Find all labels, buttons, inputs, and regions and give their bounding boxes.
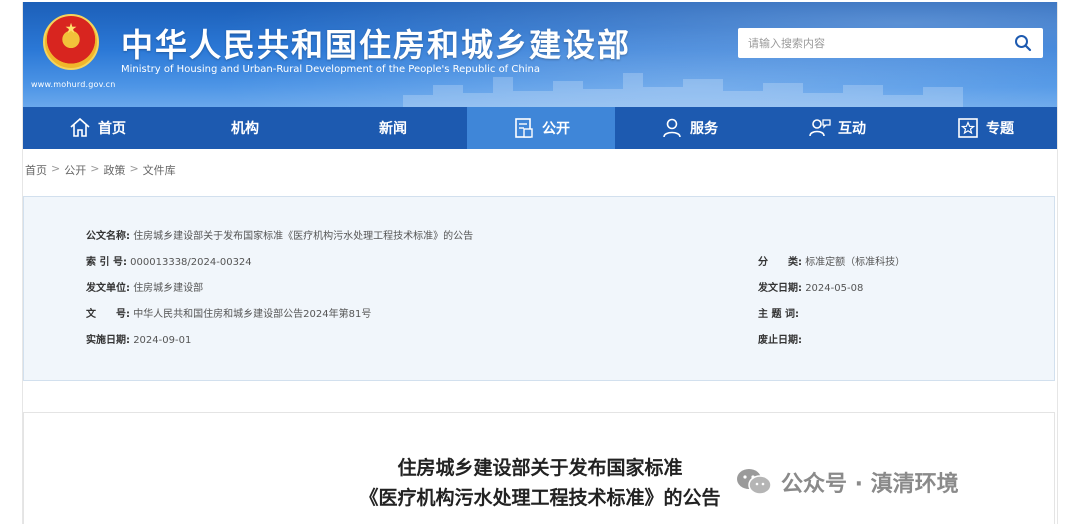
info-issue-date: 发文日期: 2024-05-08 bbox=[758, 279, 863, 294]
user-service-icon bbox=[663, 118, 681, 138]
info-index-number: 索 引 号: 000013338/2024-00324 bbox=[86, 253, 252, 268]
breadcrumb-home[interactable]: 首页 bbox=[25, 162, 47, 178]
nav-item-news[interactable]: 新闻 bbox=[319, 107, 467, 149]
breadcrumb-separator: > bbox=[129, 162, 139, 175]
nav-item-label: 新闻 bbox=[379, 121, 407, 137]
info-label: 发文日期: bbox=[758, 283, 802, 294]
wechat-watermark: 公众号 · 滇清环境 bbox=[735, 466, 959, 498]
info-keywords: 主 题 词: bbox=[758, 305, 799, 320]
nav-item-service[interactable]: 服务 bbox=[615, 107, 763, 149]
emblem-star-icon: ★ bbox=[64, 21, 78, 37]
info-document-name: 公文名称: 住房城乡建设部关于发布国家标准《医疗机构污水处理工程技术标准》的公告 bbox=[86, 227, 473, 242]
nav-item-label: 首页 bbox=[98, 121, 126, 137]
nav-item-label: 机构 bbox=[231, 121, 259, 137]
site-url[interactable]: www.mohurd.gov.cn bbox=[31, 80, 116, 89]
info-expiry-date: 废止日期: bbox=[758, 331, 802, 346]
info-label: 分 类: bbox=[758, 257, 802, 268]
document-icon bbox=[515, 118, 533, 138]
info-value: 2024-05-08 bbox=[805, 283, 864, 294]
nav-item-topics[interactable]: 专题 bbox=[911, 107, 1057, 149]
home-icon bbox=[70, 117, 90, 137]
breadcrumb-library[interactable]: 文件库 bbox=[143, 162, 176, 178]
national-emblem-icon[interactable]: ★ bbox=[43, 14, 99, 70]
main-nav: 首页 机构 新闻 公开 服务 互动 专题 bbox=[23, 107, 1057, 149]
info-value: 住房城乡建设部 bbox=[133, 283, 204, 294]
breadcrumb: 首页 > 公开 > 政策 > 文件库 bbox=[25, 162, 176, 178]
nav-item-label: 互动 bbox=[838, 121, 866, 137]
site-subtitle: Ministry of Housing and Urban-Rural Deve… bbox=[121, 64, 540, 75]
wechat-icon bbox=[737, 469, 772, 495]
info-label: 公文名称: bbox=[86, 231, 130, 242]
nav-item-public[interactable]: 公开 bbox=[467, 107, 615, 149]
info-label: 废止日期: bbox=[758, 335, 802, 346]
search-input[interactable] bbox=[748, 28, 998, 58]
info-label: 发文单位: bbox=[86, 283, 130, 294]
breadcrumb-separator: > bbox=[90, 162, 100, 175]
info-document-number: 文 号: 中华人民共和国住房和城乡建设部公告2024年第81号 bbox=[86, 305, 371, 320]
watermark-text: 公众号 · 滇清环境 bbox=[781, 472, 959, 497]
interaction-icon bbox=[809, 119, 831, 137]
info-label: 实施日期: bbox=[86, 335, 130, 346]
info-value: 2024-09-01 bbox=[133, 335, 192, 346]
info-value: 标准定额（标准科技） bbox=[805, 257, 906, 268]
info-issuer: 发文单位: 住房城乡建设部 bbox=[86, 279, 203, 294]
info-label: 索 引 号: bbox=[86, 257, 127, 268]
site-header: ★ www.mohurd.gov.cn 中华人民共和国住房和城乡建设部 Mini… bbox=[23, 2, 1057, 107]
nav-item-label: 公开 bbox=[542, 121, 570, 137]
info-effective-date: 实施日期: 2024-09-01 bbox=[86, 331, 191, 346]
breadcrumb-public[interactable]: 公开 bbox=[64, 162, 86, 178]
info-label: 文 号: bbox=[86, 309, 130, 320]
document-info-panel: 公文名称: 住房城乡建设部关于发布国家标准《医疗机构污水处理工程技术标准》的公告… bbox=[23, 196, 1055, 381]
nav-item-organization[interactable]: 机构 bbox=[171, 107, 319, 149]
info-value: 000013338/2024-00324 bbox=[130, 257, 252, 268]
info-label: 主 题 词: bbox=[758, 309, 799, 320]
nav-item-label: 服务 bbox=[690, 121, 718, 137]
breadcrumb-separator: > bbox=[51, 162, 61, 175]
info-category: 分 类: 标准定额（标准科技） bbox=[758, 253, 905, 268]
search-icon[interactable] bbox=[1013, 33, 1033, 53]
site-title[interactable]: 中华人民共和国住房和城乡建设部 bbox=[121, 20, 631, 66]
info-value: 中华人民共和国住房和城乡建设部公告2024年第81号 bbox=[133, 309, 372, 320]
nav-item-label: 专题 bbox=[986, 121, 1014, 137]
star-icon bbox=[958, 118, 978, 138]
nav-item-interaction[interactable]: 互动 bbox=[763, 107, 911, 149]
search-box bbox=[738, 28, 1043, 58]
page-frame: ★ www.mohurd.gov.cn 中华人民共和国住房和城乡建设部 Mini… bbox=[22, 2, 1058, 524]
nav-item-home[interactable]: 首页 bbox=[23, 107, 171, 149]
breadcrumb-policy[interactable]: 政策 bbox=[103, 162, 125, 178]
info-value: 住房城乡建设部关于发布国家标准《医疗机构污水处理工程技术标准》的公告 bbox=[133, 231, 474, 242]
